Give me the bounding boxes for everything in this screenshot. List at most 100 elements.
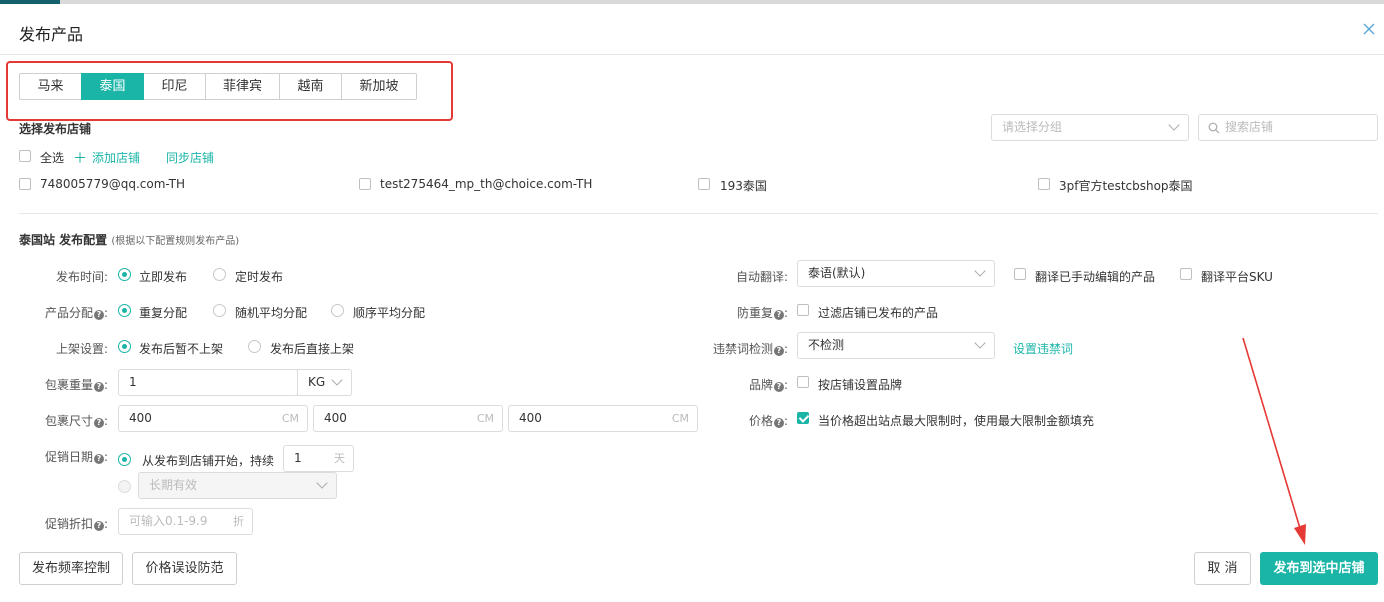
chevron-down-icon xyxy=(1168,119,1180,131)
promo-days-value: 1 xyxy=(294,451,302,465)
allocation-label: 产品分配?: xyxy=(44,306,108,320)
promo-discount-input[interactable]: 可输入0.1-9.9 折 xyxy=(118,508,253,535)
size-length-input[interactable]: 400 CM xyxy=(118,405,308,432)
chevron-down-icon xyxy=(974,337,986,349)
chevron-down-icon xyxy=(331,374,343,386)
listing-label-text: 上架设置 xyxy=(55,342,104,356)
site-tabs: 马来 泰国 印尼 菲律宾 越南 新加坡 xyxy=(19,73,417,100)
publish-now-radio[interactable] xyxy=(118,268,131,281)
translate-sku-checkbox[interactable] xyxy=(1180,268,1192,280)
add-store-link[interactable]: 添加店铺 xyxy=(92,149,140,166)
allocation-sequential-radio[interactable] xyxy=(331,304,344,317)
translate-language-select[interactable]: 泰语(默认) xyxy=(797,260,995,287)
help-icon[interactable]: ? xyxy=(93,382,104,392)
dialog-title: 发布产品 xyxy=(19,25,84,44)
plus-icon[interactable]: ＋ xyxy=(73,148,87,168)
allocation-label-text: 产品分配 xyxy=(44,306,93,320)
price-label: 价格?: xyxy=(748,414,788,428)
group-select[interactable]: 请选择分组 xyxy=(991,114,1189,141)
allocation-random-label: 随机平均分配 xyxy=(235,306,308,320)
price-cap-checkbox[interactable] xyxy=(797,412,809,424)
cancel-button[interactable]: 取 消 xyxy=(1194,552,1251,585)
promo-duration-label: 从发布到店铺开始，持续 xyxy=(142,454,275,468)
select-all-checkbox[interactable] xyxy=(19,150,31,162)
help-icon[interactable]: ? xyxy=(773,346,784,356)
allocation-random-radio[interactable] xyxy=(213,304,226,317)
brand-checkbox[interactable] xyxy=(797,376,809,388)
search-icon xyxy=(1208,122,1220,134)
help-icon[interactable]: ? xyxy=(773,418,784,428)
allocation-repeat-label: 重复分配 xyxy=(139,306,188,320)
price-guard-button[interactable]: 价格误设防范 xyxy=(132,552,237,585)
translate-edited-checkbox[interactable] xyxy=(1014,268,1026,280)
promo-longterm-value: 长期有效 xyxy=(149,478,198,492)
listing-direct-radio[interactable] xyxy=(248,340,261,353)
select-all-label: 全选 xyxy=(40,151,65,165)
store-checkbox[interactable] xyxy=(359,178,371,190)
help-icon[interactable]: ? xyxy=(93,521,104,531)
store-section-title: 选择发布店铺 xyxy=(19,122,92,136)
chevron-down-icon xyxy=(974,265,986,277)
sync-store-link[interactable]: 同步店铺 xyxy=(166,149,214,166)
close-icon[interactable] xyxy=(1362,22,1378,38)
promo-duration-radio[interactable] xyxy=(118,453,131,466)
listing-hold-label: 发布后暂不上架 xyxy=(139,342,224,356)
group-select-placeholder: 请选择分组 xyxy=(1002,120,1063,134)
size-unit: CM xyxy=(281,412,299,425)
tab-vietnam[interactable]: 越南 xyxy=(279,73,342,100)
promo-days-input[interactable]: 1天 xyxy=(283,445,354,472)
publish-scheduled-radio[interactable] xyxy=(213,268,226,281)
allocation-repeat-radio[interactable] xyxy=(118,304,131,317)
promo-discount-placeholder: 可输入0.1-9.9 xyxy=(129,514,208,528)
size-unit: CM xyxy=(671,412,689,425)
tab-singapore[interactable]: 新加坡 xyxy=(341,73,417,100)
store-name: 193泰国 xyxy=(720,179,767,193)
help-icon[interactable]: ? xyxy=(93,454,104,464)
help-icon[interactable]: ? xyxy=(773,310,784,320)
banned-words-value: 不检测 xyxy=(808,338,845,352)
promo-date-label: 促销日期?: xyxy=(44,450,108,464)
config-section-title: 泰国站 发布配置 (根据以下配置规则发布产品) xyxy=(19,231,239,248)
dedupe-label: 防重复?: xyxy=(736,306,788,320)
tab-thailand[interactable]: 泰国 xyxy=(81,73,144,100)
size-width-input[interactable]: 400 CM xyxy=(313,405,503,432)
weight-label: 包裹重量?: xyxy=(44,378,108,392)
listing-hold-radio[interactable] xyxy=(118,340,131,353)
weight-unit-select[interactable]: KG xyxy=(297,369,352,396)
store-checkbox[interactable] xyxy=(19,178,31,190)
promo-longterm-radio[interactable] xyxy=(118,480,131,493)
store-search-input[interactable]: 搜索店铺 xyxy=(1198,114,1378,141)
promo-discount-label: 促销折扣?: xyxy=(44,517,108,531)
publish-frequency-button[interactable]: 发布频率控制 xyxy=(19,552,123,585)
tab-malaysia[interactable]: 马来 xyxy=(19,73,82,100)
chevron-down-icon xyxy=(316,477,328,489)
publish-scheduled-label: 定时发布 xyxy=(235,270,284,284)
banned-words-label-text: 违禁词检测 xyxy=(712,342,773,356)
help-icon[interactable]: ? xyxy=(773,382,784,392)
tab-philippines[interactable]: 菲律宾 xyxy=(205,73,280,100)
tab-indonesia[interactable]: 印尼 xyxy=(143,73,206,100)
weight-input[interactable]: 1 xyxy=(118,369,298,396)
promo-longterm-select[interactable]: 长期有效 xyxy=(138,472,337,499)
promo-days-unit: 天 xyxy=(334,452,345,465)
dedupe-checkbox[interactable] xyxy=(797,304,809,316)
store-checkbox[interactable] xyxy=(698,178,710,190)
annotation-arrow xyxy=(1242,337,1306,545)
banned-words-label: 违禁词检测?: xyxy=(712,342,788,356)
listing-label: 上架设置: xyxy=(55,342,108,356)
size-width-value: 400 xyxy=(324,411,347,425)
price-cap-label: 当价格超出站点最大限制时，使用最大限制金额填充 xyxy=(818,414,1095,428)
weight-label-text: 包裹重量 xyxy=(44,378,93,392)
help-icon[interactable]: ? xyxy=(93,310,104,320)
publish-selected-button[interactable]: 发布到选中店铺 xyxy=(1260,552,1378,585)
banned-words-select[interactable]: 不检测 xyxy=(797,332,995,359)
price-label-text: 价格 xyxy=(748,414,773,428)
size-height-input[interactable]: 400 CM xyxy=(508,405,698,432)
help-icon[interactable]: ? xyxy=(93,418,104,428)
config-title: 泰国站 发布配置 xyxy=(19,233,108,247)
store-checkbox[interactable] xyxy=(1038,178,1050,190)
size-label: 包裹尺寸?: xyxy=(44,414,108,428)
section-divider xyxy=(19,213,1378,214)
set-banned-words-link[interactable]: 设置违禁词 xyxy=(1013,340,1073,357)
dedupe-option-label: 过滤店铺已发布的产品 xyxy=(818,306,939,320)
